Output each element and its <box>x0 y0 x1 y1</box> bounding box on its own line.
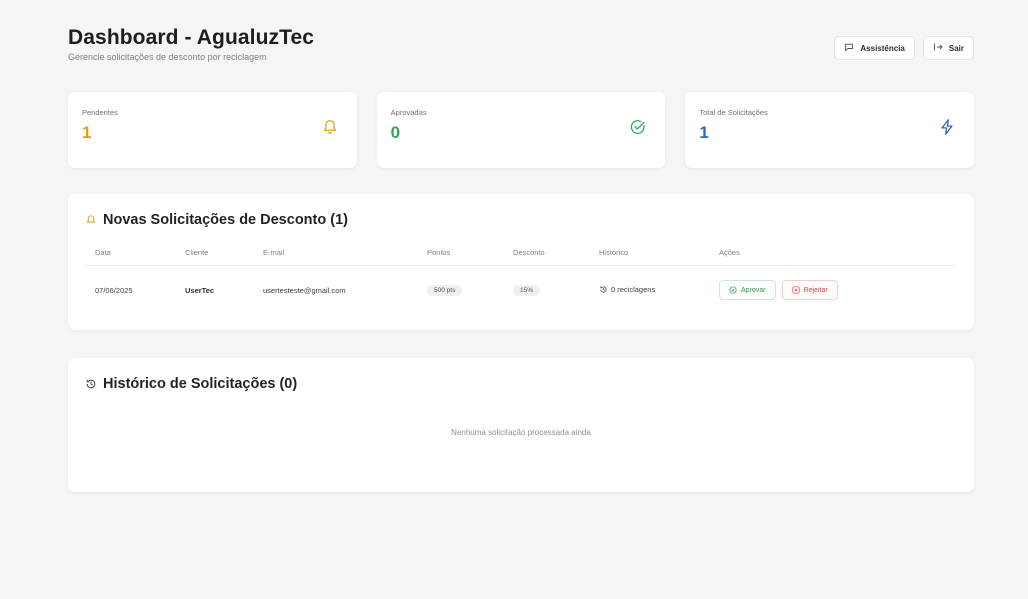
stat-card-approved: Aprovadas 0 <box>376 92 666 168</box>
stat-card-total: Total de Solicitações 1 <box>685 92 975 168</box>
stat-label: Pendentes <box>82 108 118 117</box>
x-square-icon <box>792 286 800 294</box>
discount-badge: 15% <box>513 284 541 296</box>
history-title-text: Histórico de Solicitações (0) <box>103 376 298 392</box>
column-header-date: Data <box>85 240 175 266</box>
approve-label: Aprovar <box>741 286 766 294</box>
cell-actions: Aprovar Rejeitar <box>709 266 957 313</box>
cell-email: usertesteste@gmail.com <box>263 285 346 295</box>
cell-discount: 15% <box>503 266 589 313</box>
table-header-row: Data Cliente E-mail Pontos Desconto Hist… <box>85 240 957 266</box>
assist-button[interactable]: Assistência <box>834 36 915 60</box>
approve-button[interactable]: Aprovar <box>719 280 776 300</box>
column-header-points: Pontos <box>417 240 503 266</box>
page-title: Dashboard - AgualuzTec <box>68 26 315 49</box>
title-block: Dashboard - AgualuzTec Gerencie solicita… <box>68 26 314 62</box>
column-header-email: E-mail <box>253 240 417 266</box>
logout-button[interactable]: Sair <box>922 36 974 60</box>
stat-value: 1 <box>82 123 92 142</box>
new-requests-title: Novas Solicitações de Desconto (1) <box>85 212 957 228</box>
history-info: 0 reciclagens <box>599 285 655 294</box>
column-header-discount: Desconto <box>503 240 589 266</box>
stats-row: Pendentes 1 Aprovadas 0 Total de Solicit… <box>68 92 975 168</box>
empty-state-message: Nenhuma solicitação processada ainda <box>451 428 591 437</box>
check-circle-icon <box>729 286 737 294</box>
history-title: Histórico de Solicitações (0) <box>85 376 957 392</box>
column-header-history: Histórico <box>589 240 709 266</box>
check-circle-icon <box>631 120 645 134</box>
dashboard-page: Dashboard - AgualuzTec Gerencie solicita… <box>68 26 975 492</box>
logout-label: Sair <box>948 43 964 53</box>
header-actions: Assistência Sair <box>834 36 974 60</box>
stat-value: 1 <box>699 123 709 142</box>
stat-label: Aprovadas <box>390 108 427 117</box>
bell-icon <box>323 120 336 134</box>
new-requests-title-text: Novas Solicitações de Desconto (1) <box>103 212 348 228</box>
column-header-actions: Ações <box>709 240 957 266</box>
cell-points: 500 pts <box>417 266 503 313</box>
stat-label: Total de Solicitações <box>699 108 768 117</box>
page-subtitle: Gerencie solicitações de desconto por re… <box>68 52 267 62</box>
history-icon <box>86 379 96 389</box>
chat-icon <box>844 42 854 55</box>
bell-icon <box>86 215 96 223</box>
cell-date: 07/06/2025 <box>95 285 133 295</box>
requests-table: Data Cliente E-mail Pontos Desconto Hist… <box>85 240 957 312</box>
history-count: 0 reciclagens <box>611 284 656 294</box>
history-card: Histórico de Solicitações (0) Nenhuma so… <box>68 358 974 492</box>
stat-value: 0 <box>390 123 401 142</box>
reject-label: Rejeitar <box>803 286 828 294</box>
new-requests-card: Novas Solicitações de Desconto (1) Data … <box>68 194 974 330</box>
assist-label: Assistência <box>860 43 905 53</box>
page-header: Dashboard - AgualuzTec Gerencie solicita… <box>68 26 974 86</box>
reject-button[interactable]: Rejeitar <box>781 280 838 300</box>
logout-icon <box>933 42 943 55</box>
history-icon <box>600 285 607 293</box>
lightning-icon <box>941 119 953 135</box>
points-badge: 500 pts <box>427 284 463 296</box>
column-header-client: Cliente <box>175 240 253 266</box>
cell-client: UserTec <box>185 285 215 295</box>
table-row: 07/06/2025 UserTec usertesteste@gmail.co… <box>85 266 957 313</box>
stat-card-pending: Pendentes 1 <box>68 92 357 168</box>
cell-history: 0 reciclagens <box>589 266 709 313</box>
